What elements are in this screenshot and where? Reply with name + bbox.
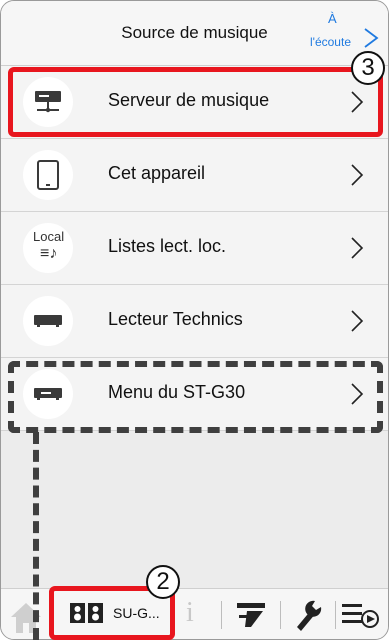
tablet-icon (23, 150, 73, 200)
chevron-right-icon (351, 164, 364, 186)
list-item-label: Cet appareil (108, 163, 206, 183)
highlight-music-server (8, 67, 383, 137)
list-item-this-device[interactable]: Cet appareil (1, 139, 388, 212)
playlist-play-icon (342, 604, 379, 628)
local-playlist-icon: Local ≡♪ (23, 223, 73, 273)
connector-dashed-line (33, 432, 39, 640)
info-icon[interactable]: i (186, 597, 194, 629)
tab-home[interactable] (1, 589, 51, 639)
tool-icon (237, 603, 265, 627)
list-item-label: Lecteur Technics (108, 309, 243, 329)
nav-header: Source de musique À l'écoute (1, 1, 388, 66)
list-item-label: Listes lect. loc. (108, 236, 227, 256)
step-badge-3: 3 (351, 51, 385, 85)
tab-playlist[interactable] (338, 589, 388, 639)
now-playing-label: l'écoute (310, 35, 351, 49)
highlight-st-g30-menu (8, 361, 383, 433)
local-icon-text: Local (33, 229, 65, 244)
list-item-technics-player[interactable]: Lecteur Technics (1, 285, 388, 358)
tab-divider (280, 601, 281, 629)
playlist-note-glyph: ≡♪ (40, 245, 58, 262)
tab-divider (221, 601, 222, 629)
empty-area (1, 431, 388, 588)
step-badge-2: 2 (146, 565, 180, 599)
chevron-right-icon (351, 310, 364, 332)
now-playing-top: À (328, 11, 337, 26)
player-icon (23, 296, 73, 346)
tab-setup[interactable] (285, 589, 333, 639)
chevron-right-icon (364, 28, 379, 48)
list-item-local-playlists[interactable]: Local ≡♪ Listes lect. loc. (1, 212, 388, 285)
tab-divider (335, 601, 336, 629)
wrench-icon (297, 600, 322, 631)
home-icon (11, 603, 41, 633)
chevron-right-icon (351, 237, 364, 259)
tab-settings-tool[interactable] (227, 589, 277, 639)
now-playing-button[interactable]: À l'écoute (310, 11, 379, 55)
